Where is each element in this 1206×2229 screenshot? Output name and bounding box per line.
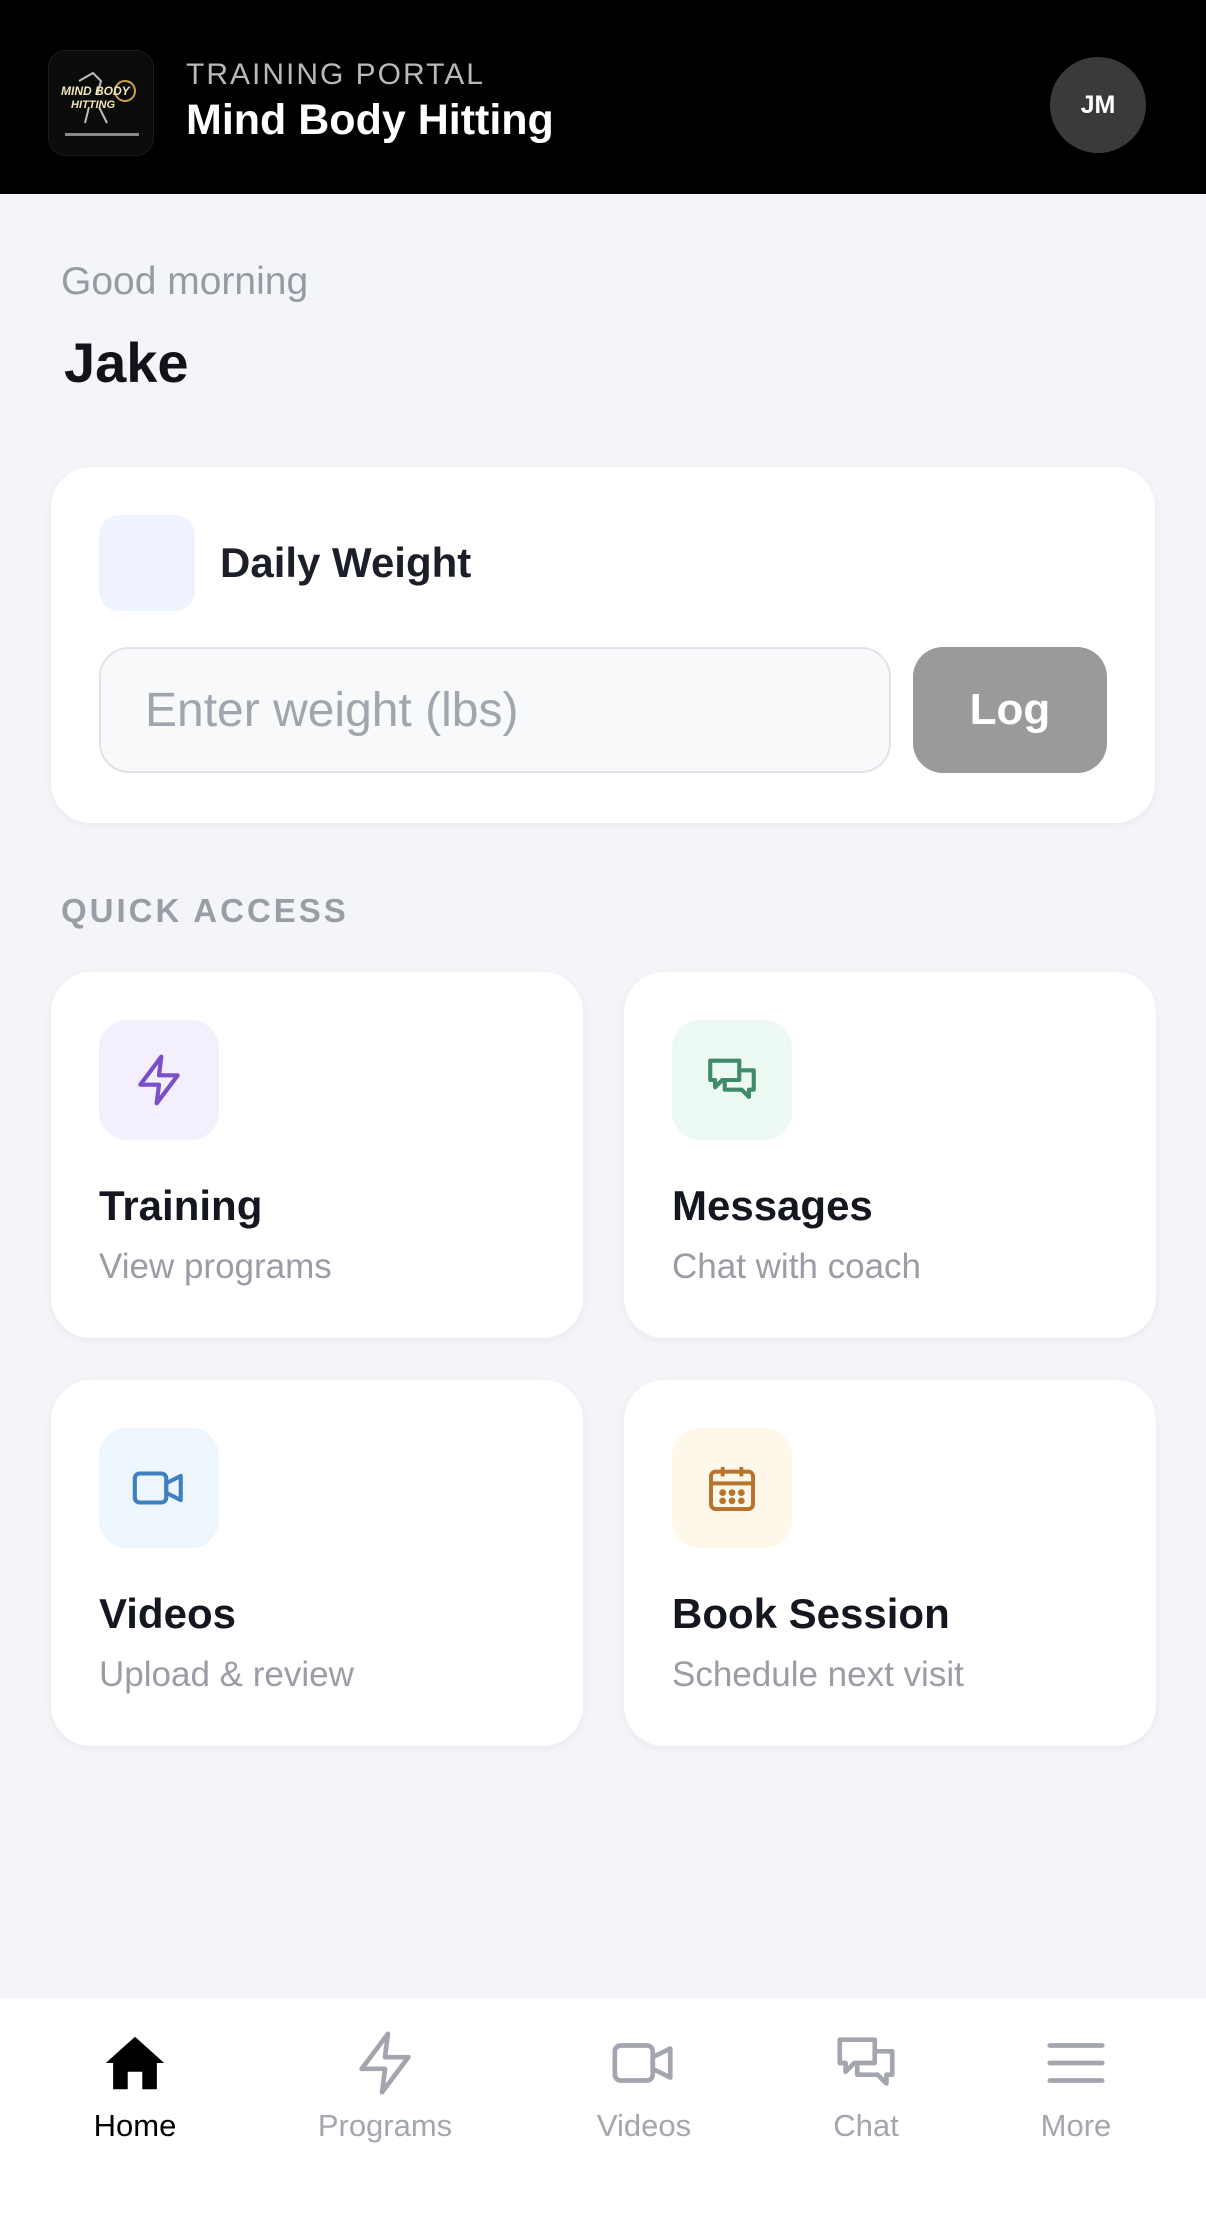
quick-access-book-session[interactable]: Book Session Schedule next visit (624, 1380, 1156, 1746)
logo-text-line1: MIND BODY (61, 84, 131, 98)
brand-logo: MIND BODY HITTING (48, 50, 154, 156)
quick-access-messages[interactable]: Messages Chat with coach (624, 972, 1156, 1338)
nav-label: Chat (833, 2108, 899, 2143)
nav-home[interactable]: Home (45, 2028, 225, 2144)
nav-label: Programs (317, 2108, 453, 2143)
weight-input[interactable] (99, 647, 891, 773)
nav-programs[interactable]: Programs (295, 2028, 475, 2144)
bottom-nav: Home Programs Videos Chat More (0, 1997, 1206, 2229)
calendar-icon (672, 1428, 792, 1548)
user-avatar[interactable]: JM (1050, 57, 1146, 153)
nav-chat[interactable]: Chat (776, 2028, 956, 2144)
quick-access-videos[interactable]: Videos Upload & review (51, 1380, 583, 1746)
nav-label: More (1040, 2108, 1112, 2143)
tile-title: Book Session (672, 1590, 950, 1637)
daily-weight-card: Daily Weight Log (51, 467, 1155, 823)
tile-subtitle: Upload & review (99, 1655, 354, 1694)
nav-more[interactable]: More (986, 2028, 1166, 2144)
app-header: MIND BODY HITTING TRAINING PORTAL Mind B… (0, 0, 1206, 194)
portal-label: TRAINING PORTAL (186, 58, 485, 91)
quick-access-training[interactable]: Training View programs (51, 972, 583, 1338)
user-name: Jake (64, 331, 189, 394)
bolt-icon (359, 2031, 411, 2095)
daily-weight-title: Daily Weight (220, 539, 472, 586)
nav-label: Home (93, 2108, 177, 2143)
tile-subtitle: Schedule next visit (672, 1655, 964, 1694)
greeting-salutation: Good morning (61, 260, 309, 303)
quick-access-label: QUICK ACCESS (61, 892, 349, 929)
bolt-icon (99, 1020, 219, 1140)
log-weight-button[interactable]: Log (913, 647, 1107, 773)
scale-icon (99, 515, 195, 611)
nav-videos[interactable]: Videos (554, 2028, 734, 2144)
chat-icon (672, 1020, 792, 1140)
chat-icon (837, 2037, 895, 2086)
video-icon (612, 2043, 673, 2083)
logo-text-line2: HITTING (71, 99, 115, 111)
tile-subtitle: Chat with coach (672, 1247, 922, 1286)
video-icon (99, 1428, 219, 1548)
tile-title: Messages (672, 1182, 873, 1229)
logo-graphic: MIND BODY HITTING (49, 51, 153, 155)
menu-icon (1047, 2043, 1105, 2083)
tile-subtitle: View programs (99, 1247, 332, 1286)
nav-label: Videos (596, 2108, 692, 2143)
home-icon (105, 2036, 165, 2090)
tile-title: Videos (99, 1590, 236, 1637)
app-title: Mind Body Hitting (186, 96, 554, 144)
tile-title: Training (99, 1182, 263, 1229)
